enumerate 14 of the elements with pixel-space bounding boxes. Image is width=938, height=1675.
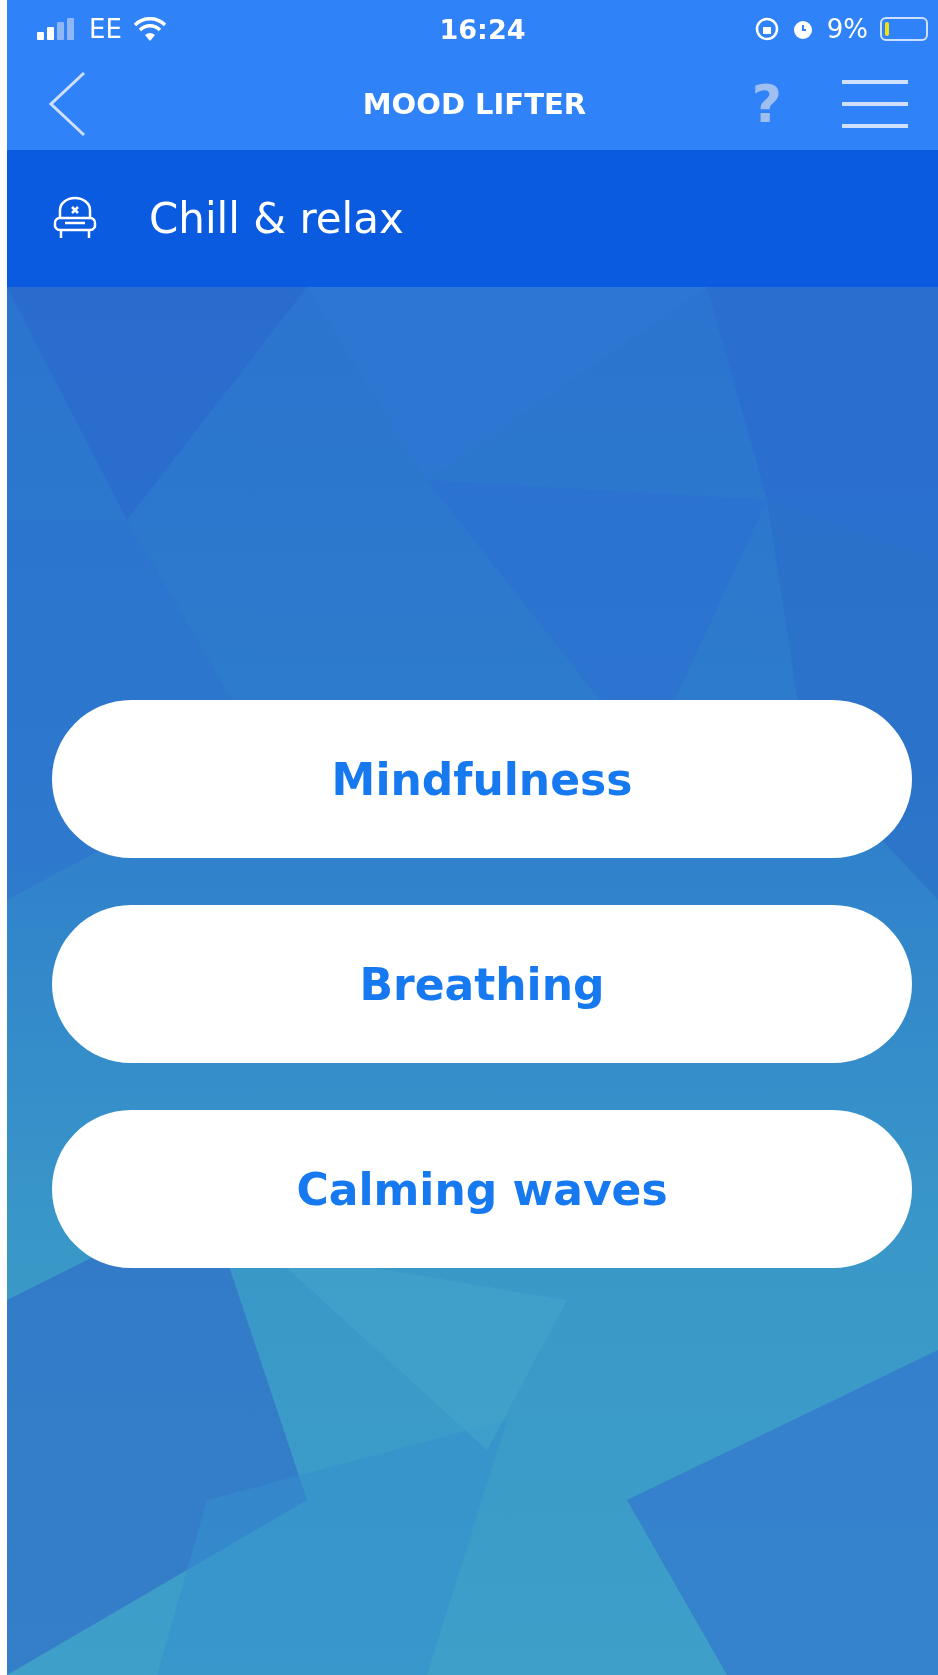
- signal-icon: [37, 18, 77, 40]
- battery-icon: [880, 17, 928, 41]
- back-icon[interactable]: [47, 71, 87, 137]
- option-button[interactable]: Breathing: [52, 905, 912, 1063]
- battery-percent: 9%: [826, 14, 868, 44]
- rotation-lock-icon: [754, 17, 779, 41]
- wifi-icon: [133, 17, 166, 41]
- screen-title: MOOD LIFTER: [361, 87, 588, 121]
- option-button[interactable]: Calming waves: [52, 1110, 912, 1268]
- menu-icon[interactable]: [842, 79, 908, 129]
- carrier-name: EE: [89, 14, 122, 44]
- clock-time: 16:24: [439, 13, 526, 45]
- section-title: Chill & relax: [149, 194, 404, 243]
- option-button[interactable]: Mindfulness: [52, 700, 912, 858]
